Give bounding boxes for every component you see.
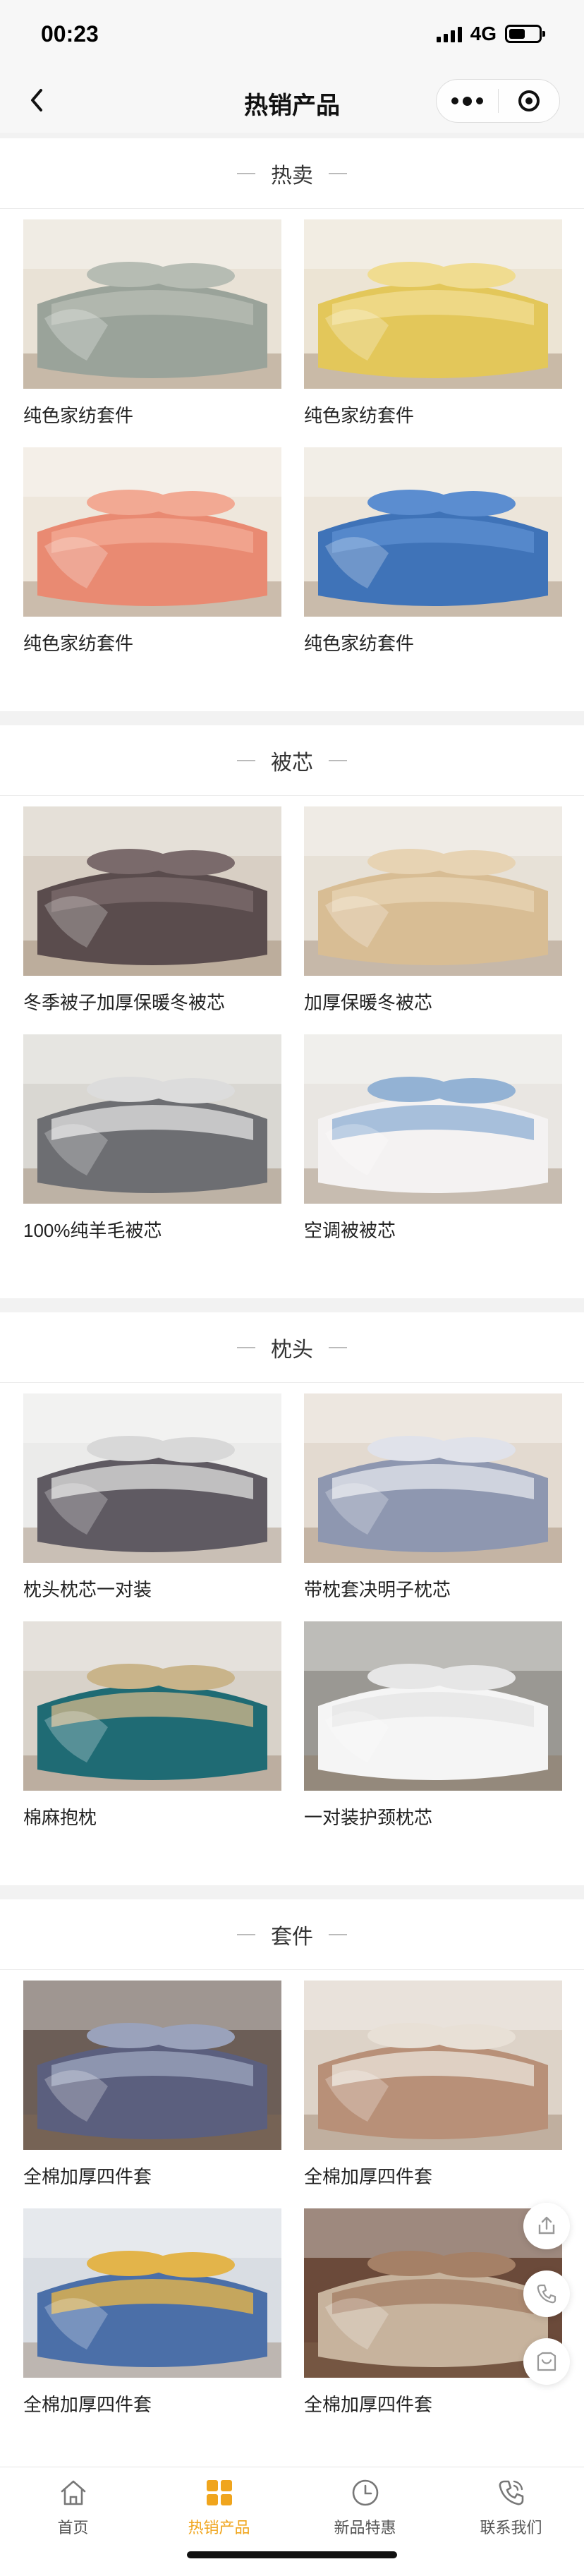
tab-label: 新品特惠	[334, 2519, 396, 2536]
product-name: 空调被被芯	[304, 1220, 396, 1241]
product-name: 枕头枕芯一对装	[23, 1579, 152, 1600]
home-icon	[61, 2480, 85, 2505]
nav-bar: 热销产品	[0, 68, 584, 133]
product-image	[23, 1393, 281, 1563]
product-section: 热卖 纯色家纺套件 纯色家纺套件 纯色家纺套件 纯色家纺套件	[0, 138, 584, 711]
product-card[interactable]: 纯色家纺套件	[304, 447, 562, 655]
product-name: 一对装护颈枕芯	[304, 1807, 433, 1828]
section-header: 套件	[0, 1899, 584, 1970]
divider	[329, 1346, 347, 1348]
mini-program-capsule	[436, 79, 560, 123]
product-image	[23, 806, 281, 976]
tab-contact[interactable]: 联系我们	[438, 2476, 584, 2539]
section-header: 被芯	[0, 725, 584, 796]
tab-label: 联系我们	[480, 2519, 542, 2536]
close-mini-program-button[interactable]	[499, 80, 560, 122]
status-bar: 00:23 4G	[0, 0, 584, 68]
product-name: 冬季被子加厚保暖冬被芯	[23, 992, 226, 1013]
divider	[237, 172, 255, 174]
product-image	[304, 447, 562, 617]
network-type: 4G	[470, 23, 497, 44]
product-card[interactable]: 全棉加厚四件套	[23, 1981, 281, 2189]
section-title: 套件	[271, 1925, 313, 1949]
product-card[interactable]: 纯色家纺套件	[304, 219, 562, 428]
product-image	[304, 1034, 562, 1204]
product-section: 套件 全棉加厚四件套 全棉加厚四件套 全棉加厚四件套 全棉加厚四件套	[0, 1899, 584, 2472]
product-image	[23, 1621, 281, 1791]
product-image	[23, 219, 281, 389]
product-name: 全棉加厚四件套	[23, 2394, 152, 2415]
product-image	[23, 447, 281, 617]
call-button[interactable]	[523, 2270, 570, 2317]
product-name: 全棉加厚四件套	[304, 2394, 433, 2415]
product-name: 纯色家纺套件	[304, 633, 415, 654]
home-indicator	[187, 2551, 397, 2558]
target-icon	[518, 90, 540, 111]
divider	[237, 1346, 255, 1348]
product-name: 100%纯羊毛被芯	[23, 1220, 162, 1241]
product-name: 纯色家纺套件	[23, 405, 134, 426]
product-image	[304, 1393, 562, 1563]
more-dots-icon	[451, 96, 483, 106]
signal-icon	[436, 25, 462, 42]
product-name: 带枕套决明子枕芯	[304, 1579, 451, 1600]
tab-bar: 首页 热销产品 新品特惠 联系我们	[0, 2467, 584, 2576]
product-card[interactable]: 全棉加厚四件套	[23, 2208, 281, 2417]
product-image	[23, 2208, 281, 2378]
divider	[237, 759, 255, 761]
product-name: 全棉加厚四件套	[304, 2166, 433, 2187]
more-button[interactable]	[437, 80, 498, 122]
product-section: 枕头枕头枕芯一对装 带枕套决明子枕芯棉麻抱枕 一对装护颈枕芯	[0, 1312, 584, 1885]
product-card[interactable]: 一对装护颈枕芯	[304, 1621, 562, 1830]
product-name: 加厚保暖冬被芯	[304, 992, 433, 1013]
product-name: 纯色家纺套件	[23, 633, 134, 654]
product-card[interactable]: 冬季被子加厚保暖冬被芯	[23, 806, 281, 1015]
product-card[interactable]: 纯色家纺套件	[23, 219, 281, 428]
product-section: 被芯冬季被子加厚保暖冬被芯 加厚保暖冬被芯 100%纯羊毛被芯 空调被被芯	[0, 725, 584, 1298]
tab-hot-products[interactable]: 热销产品	[146, 2476, 292, 2539]
share-icon	[538, 2216, 555, 2235]
clock-icon	[352, 2479, 378, 2506]
product-name: 纯色家纺套件	[304, 405, 415, 426]
product-card[interactable]: 100%纯羊毛被芯	[23, 1034, 281, 1242]
product-card[interactable]: 棉麻抱枕	[23, 1621, 281, 1830]
product-name: 棉麻抱枕	[23, 1807, 97, 1828]
grid-icon	[206, 2480, 232, 2505]
tab-new-deals[interactable]: 新品特惠	[292, 2476, 438, 2539]
share-button[interactable]	[523, 2203, 570, 2249]
section-title: 被芯	[271, 751, 313, 775]
divider	[329, 759, 347, 761]
tab-label: 首页	[57, 2519, 89, 2536]
section-header: 枕头	[0, 1312, 584, 1383]
status-time: 00:23	[41, 21, 99, 47]
tab-home[interactable]: 首页	[0, 2476, 146, 2539]
product-card[interactable]: 带枕套决明子枕芯	[304, 1393, 562, 1602]
product-card[interactable]: 空调被被芯	[304, 1034, 562, 1242]
product-card[interactable]: 全棉加厚四件套	[304, 2208, 562, 2417]
phone-icon	[537, 2284, 556, 2304]
section-title: 热卖	[271, 164, 313, 188]
tab-label: 热销产品	[188, 2519, 250, 2536]
product-card[interactable]: 加厚保暖冬被芯	[304, 806, 562, 1015]
section-header: 热卖	[0, 138, 584, 209]
store-icon	[537, 2352, 556, 2371]
divider	[329, 172, 347, 174]
phone-icon	[499, 2480, 523, 2505]
battery-icon	[505, 25, 545, 43]
section-title: 枕头	[271, 1338, 313, 1362]
divider	[329, 1933, 347, 1935]
product-image	[304, 806, 562, 976]
product-image	[304, 1621, 562, 1791]
product-card[interactable]: 纯色家纺套件	[23, 447, 281, 655]
product-image	[23, 1034, 281, 1204]
product-card[interactable]: 枕头枕芯一对装	[23, 1393, 281, 1602]
product-image	[304, 219, 562, 389]
product-name: 全棉加厚四件套	[23, 2166, 152, 2187]
product-image	[23, 1981, 281, 2150]
product-card[interactable]: 全棉加厚四件套	[304, 1981, 562, 2189]
status-indicators: 4G	[436, 23, 545, 45]
store-button[interactable]	[523, 2338, 570, 2385]
product-image	[304, 1981, 562, 2150]
divider	[237, 1933, 255, 1935]
